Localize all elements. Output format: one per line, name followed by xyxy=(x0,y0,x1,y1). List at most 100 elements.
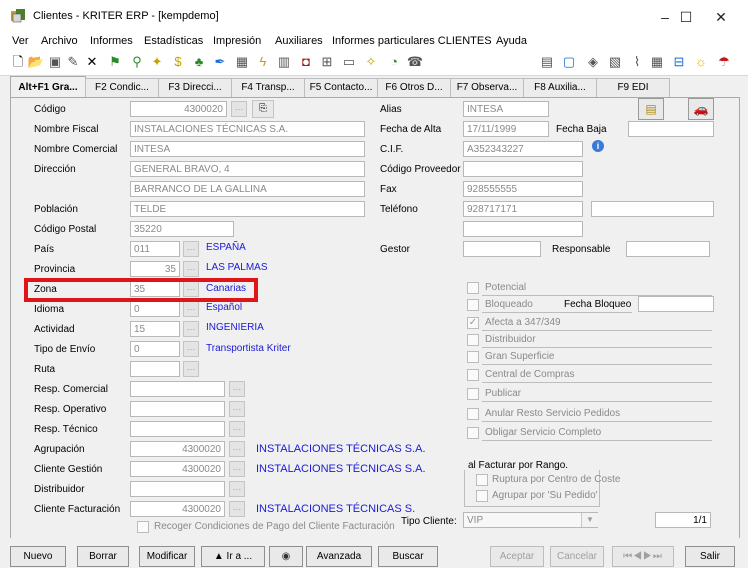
central-compras-checkbox[interactable] xyxy=(467,369,479,381)
ruptura-centro-checkbox[interactable] xyxy=(476,474,488,486)
record-navigation-icon[interactable]: ⏮◀▶⏭ xyxy=(612,546,674,567)
idioma-lookup-button[interactable]: … xyxy=(183,301,199,317)
tipo-envio-code-field[interactable]: 0 xyxy=(130,341,180,357)
calculator-icon[interactable]: ▤ xyxy=(538,53,556,71)
pen-icon[interactable]: ✒ xyxy=(211,53,229,71)
pais-lookup-button[interactable]: … xyxy=(183,241,199,257)
new-doc-icon[interactable]: 🗋 xyxy=(9,53,27,71)
wand-icon[interactable]: ✦ xyxy=(148,53,166,71)
cif-field[interactable]: A352343227 xyxy=(463,141,583,157)
fax-field[interactable]: 928555555 xyxy=(463,181,583,197)
distribuidor-field[interactable] xyxy=(130,481,225,497)
diamond-icon[interactable]: ◈ xyxy=(584,53,602,71)
ir-a-button[interactable]: ▲ Ir a ... xyxy=(201,546,265,567)
tree-view-icon[interactable]: ⊟ xyxy=(670,53,688,71)
codigo-field[interactable]: 4300020 xyxy=(130,101,227,117)
funnel-icon[interactable]: ⚲ xyxy=(128,53,146,71)
tab-contactos[interactable]: F5 Contacto... xyxy=(304,78,378,97)
wizard-icon[interactable]: ✧ xyxy=(362,53,380,71)
telefono-field[interactable]: 928717171 xyxy=(463,201,583,217)
agrupar-pedido-checkbox[interactable] xyxy=(476,490,488,502)
cliente-gestion-code-field[interactable]: 4300020 xyxy=(130,461,225,477)
tipo-envio-lookup-button[interactable]: … xyxy=(183,341,199,357)
filter-icon[interactable]: ⚑ xyxy=(106,53,124,71)
menu-ver[interactable]: Ver xyxy=(12,35,29,47)
distribuidor-checkbox[interactable] xyxy=(467,334,479,346)
binoculars-icon[interactable]: ◉ xyxy=(269,546,303,567)
grid-icon[interactable]: ▦ xyxy=(233,53,251,71)
lightbulb-icon[interactable]: ☼ xyxy=(692,53,710,71)
tab-direcciones[interactable]: F3 Direcci... xyxy=(158,78,232,97)
telefono-2-field[interactable] xyxy=(591,201,714,217)
currency-icon[interactable]: $ xyxy=(169,53,187,71)
menu-ayuda[interactable]: Ayuda xyxy=(496,35,527,47)
info-icon[interactable]: i xyxy=(592,140,604,152)
gran-superficie-checkbox[interactable] xyxy=(467,351,479,363)
window-icon[interactable]: ▢ xyxy=(560,53,578,71)
table-icon[interactable]: ⊞ xyxy=(318,53,336,71)
edit-icon[interactable]: ✎ xyxy=(64,53,82,71)
tab-edi[interactable]: F9 EDI xyxy=(596,78,670,97)
salir-button[interactable]: Salir xyxy=(685,546,735,567)
codigo-proveedor-field[interactable] xyxy=(463,161,583,177)
card-icon[interactable]: ▭ xyxy=(340,53,358,71)
actividad-lookup-button[interactable]: … xyxy=(183,321,199,337)
save-icon[interactable]: ▣ xyxy=(46,53,64,71)
tipo-cliente-select[interactable]: VIP xyxy=(463,512,598,528)
cliente-facturacion-code-field[interactable]: 4300020 xyxy=(130,501,225,517)
gestor-field[interactable] xyxy=(463,241,541,257)
cliente-facturacion-lookup-button[interactable]: … xyxy=(229,501,245,517)
paperclip-icon[interactable]: ⌇ xyxy=(628,53,646,71)
avanzada-button[interactable]: Avanzada xyxy=(306,546,372,567)
responsable-field[interactable] xyxy=(626,241,710,257)
anular-resto-checkbox[interactable] xyxy=(467,408,479,420)
codigo-lookup-button[interactable]: … xyxy=(231,101,247,117)
actividad-code-field[interactable]: 15 xyxy=(130,321,180,337)
fecha-bloqueo-field[interactable] xyxy=(638,296,714,312)
close-button[interactable]: ✕ xyxy=(706,6,736,28)
idioma-code-field[interactable]: 0 xyxy=(130,301,180,317)
tree-icon[interactable]: ♣ xyxy=(190,53,208,71)
agrupacion-lookup-button[interactable]: … xyxy=(229,441,245,457)
open-folder-icon[interactable]: 📂 xyxy=(27,53,45,71)
chevron-down-icon[interactable]: ▼ xyxy=(581,513,598,527)
direccion-field-1[interactable]: GENERAL BRAVO, 4 xyxy=(130,161,365,177)
delete-icon[interactable]: ✕ xyxy=(83,53,101,71)
car-icon[interactable]: 🚗 xyxy=(688,98,714,120)
resp-comercial-field[interactable] xyxy=(130,381,225,397)
provincia-code-field[interactable]: 35 xyxy=(130,261,180,277)
distribuidor-lookup-button[interactable]: … xyxy=(229,481,245,497)
calendar-icon[interactable]: ▦ xyxy=(648,53,666,71)
tab-transportes[interactable]: F4 Transp... xyxy=(231,78,305,97)
chart-icon[interactable]: ▥ xyxy=(275,53,293,71)
resp-tecnico-lookup-button[interactable]: … xyxy=(229,421,245,437)
nombre-comercial-field[interactable]: INTESA xyxy=(130,141,365,157)
recoger-condiciones-checkbox[interactable] xyxy=(137,521,149,533)
agrupacion-code-field[interactable]: 4300020 xyxy=(130,441,225,457)
ruta-lookup-button[interactable]: … xyxy=(183,361,199,377)
tab-otros-datos[interactable]: F6 Otros D... xyxy=(377,78,451,97)
pais-code-field[interactable]: 011 xyxy=(130,241,180,257)
tab-observaciones[interactable]: F7 Observa... xyxy=(450,78,524,97)
menu-archivo[interactable]: Archivo xyxy=(41,35,78,47)
phone-icon[interactable]: ☎ xyxy=(406,53,424,71)
alias-field[interactable]: INTESA xyxy=(463,101,549,117)
buscar-button[interactable]: Buscar xyxy=(378,546,438,567)
chart-pie-icon[interactable]: ◔ xyxy=(385,53,403,71)
borrar-button[interactable]: Borrar xyxy=(77,546,129,567)
nuevo-button[interactable]: Nuevo xyxy=(10,546,66,567)
notes-icon[interactable]: ▤ xyxy=(638,98,664,120)
nombre-fiscal-field[interactable]: INSTALACIONES TÉCNICAS S.A. xyxy=(130,121,365,137)
fecha-alta-field[interactable]: 17/11/1999 xyxy=(463,121,549,137)
tab-auxiliares[interactable]: F8 Auxilia... xyxy=(523,78,597,97)
potencial-checkbox[interactable] xyxy=(467,282,479,294)
extra-field[interactable] xyxy=(463,221,583,237)
obligar-servicio-checkbox[interactable] xyxy=(467,427,479,439)
document-icon[interactable]: ▧ xyxy=(606,53,624,71)
menu-auxiliares[interactable]: Auxiliares xyxy=(275,35,323,47)
cliente-gestion-lookup-button[interactable]: … xyxy=(229,461,245,477)
poblacion-field[interactable]: TELDE xyxy=(130,201,365,217)
maximize-button[interactable]: ☐ xyxy=(671,6,701,28)
resp-operativo-lookup-button[interactable]: … xyxy=(229,401,245,417)
lightning-icon[interactable]: ϟ xyxy=(254,53,272,71)
